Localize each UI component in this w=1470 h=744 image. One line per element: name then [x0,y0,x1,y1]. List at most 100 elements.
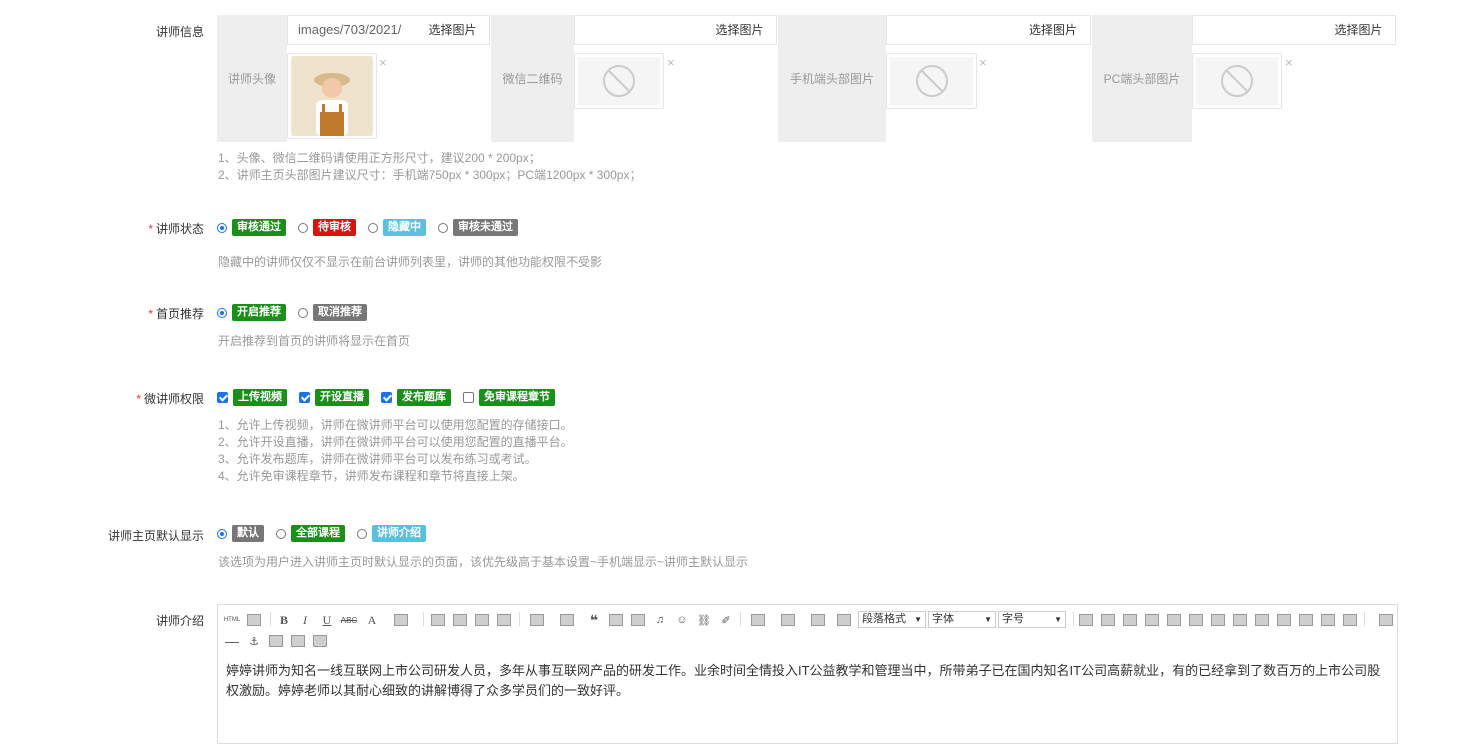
radio[interactable] [276,528,286,539]
insert-video-button[interactable] [630,611,646,629]
insert-image-button[interactable] [608,611,624,629]
checkbox[interactable] [299,392,310,403]
quote-button[interactable]: ❝ [586,611,602,629]
delete-table-button[interactable] [1100,611,1116,629]
merge-down-button[interactable] [1276,611,1292,629]
align-right-button[interactable] [474,611,490,629]
align-justify-button[interactable] [496,611,512,629]
template-button[interactable] [312,632,328,650]
delete-col-icon [1211,614,1225,626]
split-cells-icon [1299,614,1313,626]
mobile-header-thumbnail [886,53,977,109]
avatar-remove-icon[interactable]: × [379,55,387,70]
bold-button[interactable]: B [275,611,293,629]
wechat-qr-picker: 微信二维码 选择图片 × [491,15,777,142]
picker-side-label: 讲师头像 [217,15,287,142]
rich-text-editor[interactable]: HTML B I U ABC A ❝ ♫ ☺ ⛓ ✐ 段落格式 ▼ 字体 ▼ 字号 ▼ [217,604,1398,744]
align-center-button[interactable] [452,611,468,629]
merge-right-button[interactable] [1254,611,1270,629]
status-hint: 隐藏中的讲师仅仅不显示在前台讲师列表里，讲师的其他功能权限不受影 [218,255,603,269]
status-rejected-option[interactable]: 审核未通过 [438,219,518,236]
checkbox[interactable] [463,392,474,403]
homepage-default-radio-group: 默认 全部课程 讲师介绍 [217,525,438,542]
line-height-button[interactable] [806,611,830,629]
radio[interactable] [217,222,227,233]
insert-table-button[interactable] [1078,611,1094,629]
radio[interactable] [438,222,448,233]
radio[interactable] [357,528,367,539]
date-button[interactable] [268,632,284,650]
homepage-default-option[interactable]: 默认 [217,525,264,542]
wechat-qr-remove-icon[interactable]: × [667,55,675,70]
status-pending-option[interactable]: 待审核 [298,219,356,236]
ordered-list-button[interactable] [525,611,549,629]
strikethrough-button[interactable]: ABC [339,611,359,629]
radio[interactable] [298,222,308,233]
avatar-path-input[interactable]: images/703/2021/ [287,15,417,45]
checkbox[interactable] [381,392,392,403]
choose-wechat-qr-button[interactable]: 选择图片 [703,15,777,45]
dropdown-arrow-icon: ▼ [914,615,922,624]
emoji-button[interactable]: ☺ [674,611,690,629]
pc-header-path-input[interactable] [1192,15,1323,45]
split-cols-button[interactable] [1342,611,1358,629]
pc-header-remove-icon[interactable]: × [1285,55,1293,70]
mobile-header-picker: 手机端头部图片 选择图片 × [778,15,1091,142]
unordered-list-button[interactable] [555,611,579,629]
row-spacing-top-button[interactable] [746,611,770,629]
no-image-icon [603,65,635,97]
merge-cells-button[interactable] [1232,611,1248,629]
preview-button[interactable] [245,611,263,629]
format-painter-button[interactable] [386,611,416,629]
delete-col-button[interactable] [1210,611,1226,629]
perm-upload-video-option[interactable]: 上传视频 [217,389,287,406]
choose-pc-header-button[interactable]: 选择图片 [1322,15,1396,45]
recommend-on-option[interactable]: 开启推荐 [217,304,286,321]
mobile-header-path-input[interactable] [886,15,1017,45]
horizontal-rule-button[interactable]: — [224,632,240,650]
underline-button[interactable]: U [318,611,336,629]
choose-avatar-button[interactable]: 选择图片 [416,15,490,45]
html-source-button[interactable]: HTML [223,611,241,629]
link-button[interactable]: ⛓ [696,611,712,629]
no-image-placeholder [1196,57,1278,105]
font-size-select[interactable]: 字号 ▼ [998,611,1066,628]
table-para-icon [1123,614,1137,626]
split-cells-button[interactable] [1298,611,1314,629]
ordered-list-icon [530,614,544,626]
insert-music-button[interactable]: ♫ [652,611,668,629]
editor-content[interactable]: 婷婷讲师为知名一线互联网上市公司研发人员，多年从事互联网产品的研发工作。业余时间… [226,661,1389,701]
fullscreen-button[interactable] [1378,611,1394,629]
font-color-button[interactable]: A [362,611,382,629]
font-family-select[interactable]: 字体 ▼ [928,611,996,628]
status-hidden-option[interactable]: 隐藏中 [368,219,426,236]
perm-question-bank-option[interactable]: 发布题库 [381,389,451,406]
insert-col-button[interactable] [1188,611,1204,629]
checkbox[interactable] [217,392,228,403]
mobile-header-remove-icon[interactable]: × [979,55,987,70]
status-approved-option[interactable]: 审核通过 [217,219,286,236]
insert-para-before-table-button[interactable] [1122,611,1138,629]
row-spacing-bottom-button[interactable] [776,611,800,629]
anchor-button[interactable]: ⚓ [246,632,262,650]
insert-row-button[interactable] [1144,611,1160,629]
delete-row-button[interactable] [1166,611,1182,629]
align-left-button[interactable] [430,611,446,629]
homepage-intro-option[interactable]: 讲师介绍 [357,525,426,542]
eraser-button[interactable]: ✐ [718,611,734,629]
perm-free-review-option[interactable]: 免审课程章节 [463,389,555,406]
indent-button[interactable] [836,611,852,629]
radio[interactable] [298,307,308,318]
split-rows-button[interactable] [1320,611,1336,629]
perm-live-option[interactable]: 开设直播 [299,389,369,406]
print-button[interactable] [290,632,306,650]
italic-button[interactable]: I [296,611,314,629]
choose-mobile-header-button[interactable]: 选择图片 [1016,15,1091,45]
radio[interactable] [217,307,227,318]
paragraph-format-select[interactable]: 段落格式 ▼ [858,611,926,628]
homepage-all-courses-option[interactable]: 全部课程 [276,525,345,542]
wechat-qr-path-input[interactable] [574,15,704,45]
recommend-off-option[interactable]: 取消推荐 [298,304,367,321]
radio[interactable] [368,222,378,233]
radio[interactable] [217,528,227,539]
